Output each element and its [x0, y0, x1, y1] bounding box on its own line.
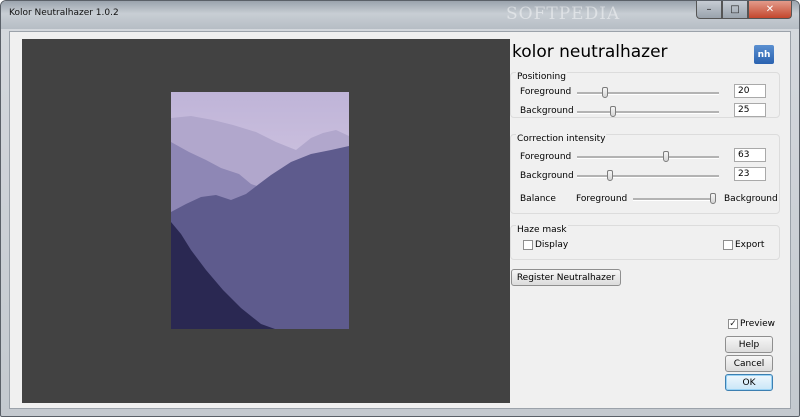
display-checkbox-label: Display [535, 240, 569, 250]
positioning-foreground-slider[interactable] [577, 87, 719, 99]
maximize-button[interactable]: □ [722, 1, 748, 19]
dialog-client-area: kolor neutralhazer nh Positioning Foregr… [9, 31, 791, 409]
slider-track [577, 92, 719, 95]
preview-checkbox-label: Preview [740, 319, 776, 329]
correction-foreground-label: Foreground [520, 152, 572, 162]
slider-track [577, 175, 719, 178]
correction-foreground-slider[interactable] [577, 151, 719, 163]
slider-thumb[interactable] [602, 87, 609, 98]
help-button[interactable]: Help [725, 336, 773, 353]
correction-intensity-group-title: Correction intensity [516, 134, 607, 144]
app-title: kolor neutralhazer [512, 42, 668, 62]
app-window: Kolor Neutralhazer 1.0.2 SOFTPEDIA – □ ✕ [0, 0, 800, 417]
balance-foreground-label: Foreground [576, 194, 628, 204]
positioning-foreground-label: Foreground [520, 87, 572, 97]
positioning-background-slider[interactable] [577, 106, 719, 118]
neutralhazer-logo-icon: nh [754, 45, 774, 64]
window-title: Kolor Neutralhazer 1.0.2 [9, 8, 119, 18]
export-checkbox-label: Export [735, 240, 765, 250]
minimize-icon: – [706, 4, 712, 15]
slider-thumb[interactable] [609, 106, 616, 117]
balance-slider[interactable] [633, 193, 716, 205]
ok-button[interactable]: OK [725, 374, 773, 391]
close-button[interactable]: ✕ [748, 1, 792, 19]
slider-track [633, 198, 713, 201]
slider-thumb[interactable] [606, 170, 613, 181]
cancel-button[interactable]: Cancel [725, 355, 773, 372]
watermark: SOFTPEDIA [506, 4, 621, 24]
positioning-background-input[interactable]: 25 [734, 103, 766, 117]
export-checkbox[interactable] [723, 240, 733, 250]
correction-background-slider[interactable] [577, 170, 719, 182]
register-neutralhazer-button[interactable]: Register Neutralhazer [511, 269, 621, 286]
image-preview-area [22, 39, 510, 403]
title-bar[interactable]: Kolor Neutralhazer 1.0.2 SOFTPEDIA – □ ✕ [1, 1, 799, 29]
minimize-button[interactable]: – [696, 1, 722, 19]
positioning-background-label: Background [520, 106, 574, 116]
maximize-icon: □ [730, 4, 740, 15]
correction-foreground-input[interactable]: 63 [734, 148, 766, 162]
slider-track [577, 156, 719, 159]
balance-background-label: Background [724, 194, 778, 204]
correction-background-label: Background [520, 171, 574, 181]
haze-mask-group-title: Haze mask [516, 225, 568, 235]
slider-thumb[interactable] [710, 193, 716, 204]
close-icon: ✕ [765, 4, 775, 15]
logo-text: nh [757, 49, 771, 60]
photo-preview [171, 92, 349, 329]
slider-thumb[interactable] [663, 151, 670, 162]
positioning-foreground-input[interactable]: 20 [734, 84, 766, 98]
slider-track [577, 111, 719, 114]
positioning-group-title: Positioning [516, 72, 567, 82]
display-checkbox[interactable] [523, 240, 533, 250]
balance-label: Balance [520, 194, 556, 204]
preview-checkbox[interactable]: ✓ [728, 319, 738, 329]
correction-background-input[interactable]: 23 [734, 167, 766, 181]
